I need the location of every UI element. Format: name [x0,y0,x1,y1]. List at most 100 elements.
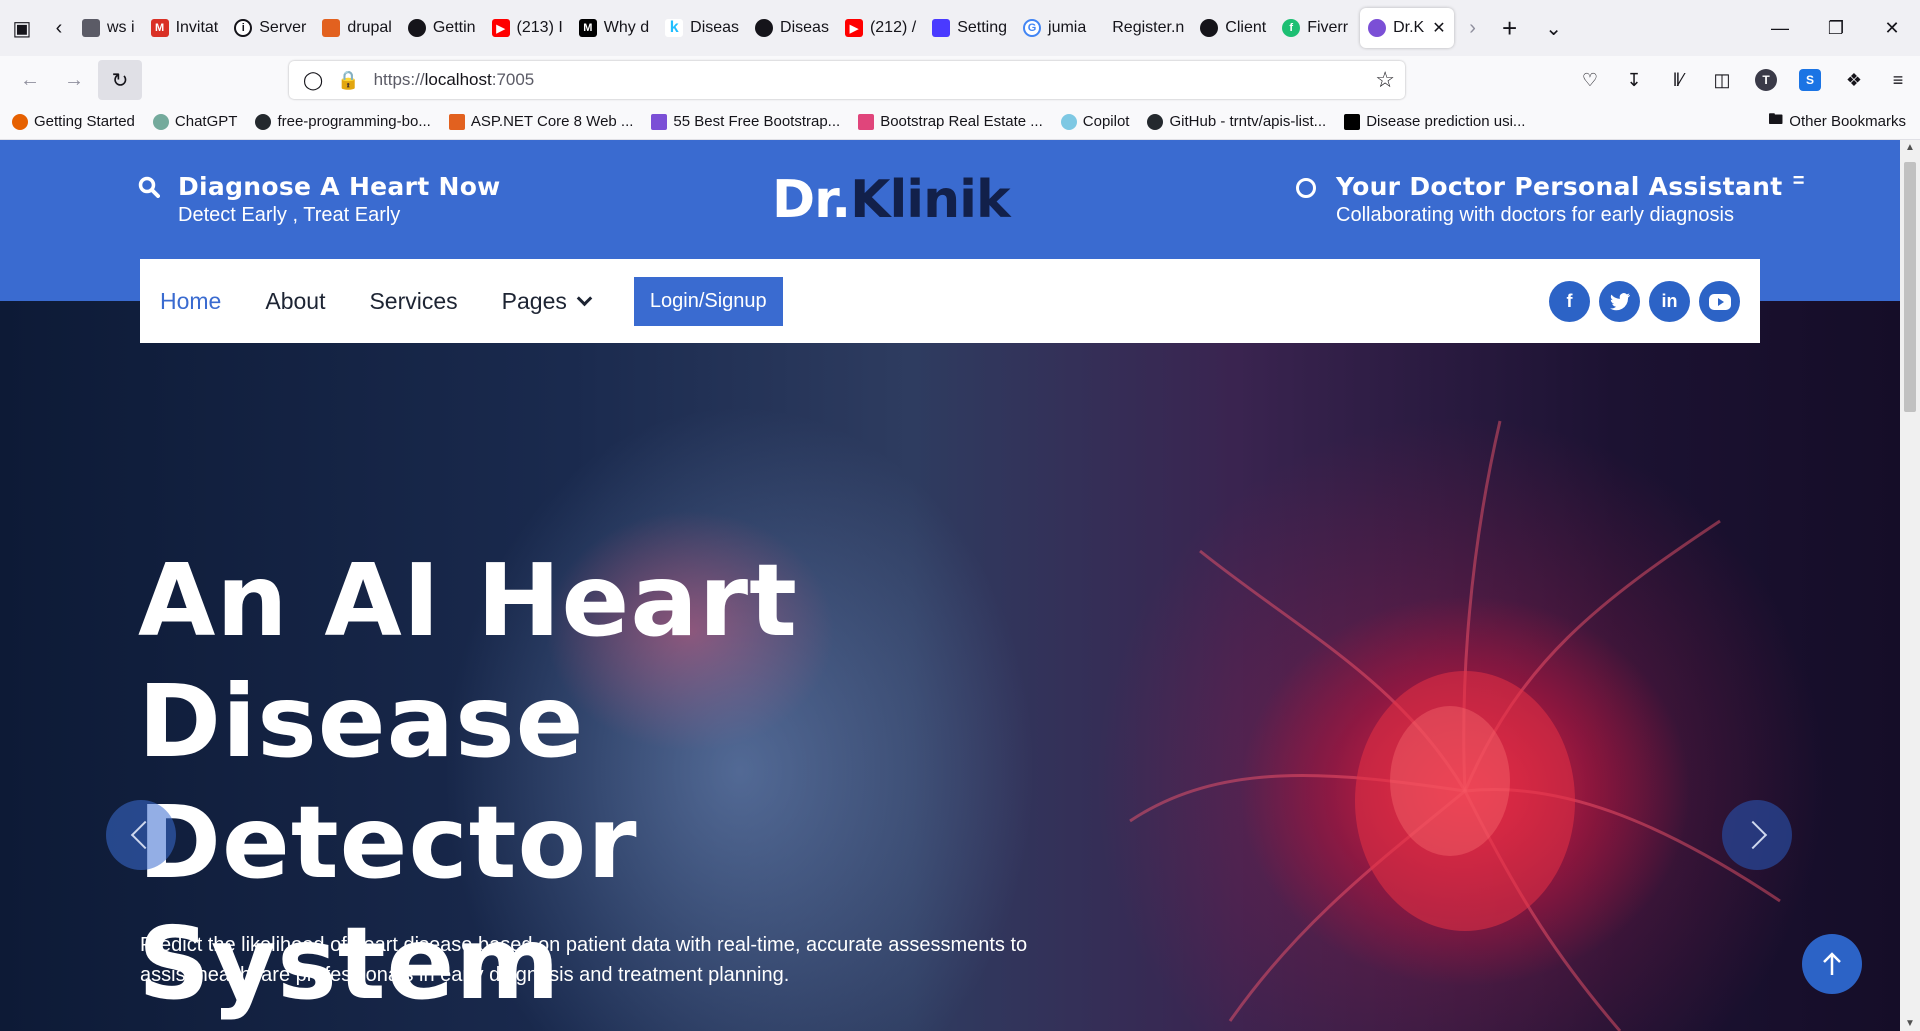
search-icon[interactable] [138,176,160,198]
bookmark-label: Bootstrap Real Estate ... [880,113,1043,130]
browser-tab[interactable]: Client [1192,8,1274,48]
github-icon [407,19,426,37]
logo-part-dr: Dr. [772,170,851,230]
facebook-icon[interactable]: f [1549,281,1590,322]
browser-tab[interactable]: Diseas [747,8,837,48]
tab-label: Dr.K [1393,19,1425,36]
page-scrollbar[interactable]: ▲ ▼ [1900,140,1920,1031]
circle-icon [1296,178,1316,198]
scrollbar-thumb[interactable] [1904,162,1916,412]
app-menu-icon[interactable]: ≡ [1876,70,1920,91]
menu-toggle-icon[interactable]: = [1793,170,1805,193]
header-left-title: Diagnose A Heart Now [178,172,501,201]
browser-tab[interactable]: i Server [226,8,314,48]
menu-about[interactable]: About [265,288,325,315]
youtube-icon[interactable] [1699,281,1740,322]
url-port: :7005 [491,70,535,89]
menu-pages[interactable]: Pages [502,288,593,315]
library-icon[interactable]: ‖⁄ [1656,70,1700,91]
article-icon [82,19,100,37]
browser-tab[interactable]: Setting [924,8,1015,48]
browser-tab[interactable]: k Diseas [657,8,747,48]
browser-tab[interactable]: f Fiverr [1274,8,1356,48]
scroll-down-icon[interactable]: ▼ [1900,1018,1920,1029]
back-icon[interactable]: ← [8,60,52,100]
tab-scroll-right-icon[interactable]: › [1458,6,1488,50]
lock-icon[interactable]: 🔒 [337,70,359,91]
url-host: localhost [424,70,492,89]
bookmark-item[interactable]: Getting Started [12,113,135,130]
pocket-icon[interactable]: ♡ [1568,70,1612,91]
browser-tab-bar: ▣ ‹ ws i M Invitat i Server drupal Gettin … [0,0,1920,56]
bookmark-star-icon[interactable]: ☆ [1375,67,1395,93]
tracking-protection-icon[interactable]: ◯ [303,70,323,91]
forward-icon[interactable]: → [52,60,96,100]
login-signup-button[interactable]: Login/Signup [633,276,783,326]
twitter-icon[interactable] [1599,281,1640,322]
tab-overview-icon[interactable]: ▣ [0,6,44,50]
browser-tab-active[interactable]: Dr.K ✕ [1360,8,1454,48]
bookmark-item[interactable]: Bootstrap Real Estate ... [858,113,1043,130]
other-bookmarks[interactable]: 🖿 Other Bookmarks [1768,109,1906,134]
scroll-up-icon[interactable]: ▲ [1900,142,1920,153]
other-bookmarks-label: Other Bookmarks [1789,113,1906,130]
social-links: f in [1540,281,1740,322]
bookmark-item[interactable]: GitHub - trntv/apis-list... [1147,113,1326,130]
carousel-next-button[interactable] [1722,800,1792,870]
menu-home[interactable]: Home [160,288,221,315]
tab-label: Client [1225,19,1267,36]
bookmark-label: Disease prediction usi... [1366,113,1526,130]
list-tabs-icon[interactable]: ⌄ [1532,6,1576,50]
bookmark-label: Getting Started [34,113,135,130]
minimize-icon[interactable]: — [1752,0,1808,56]
hero-description: Predict the likelihood of heart disease … [140,934,1028,986]
folder-icon: 🖿 [1768,111,1784,128]
close-window-icon[interactable]: ✕ [1864,0,1920,56]
stackoverflow-icon [448,113,465,130]
new-tab-icon[interactable]: + [1488,6,1532,50]
bookmark-item[interactable]: ChatGPT [152,113,237,130]
browser-tab[interactable]: ▶ (213) I [484,8,571,48]
browser-tab[interactable]: drupal [314,8,399,48]
site-logo[interactable]: Dr.Klinik [772,170,1011,230]
header-tagline-right: Your Doctor Personal Assistant Collabora… [1296,170,1804,227]
bookmark-label: GitHub - trntv/apis-list... [1169,113,1327,130]
chevron-right-icon [1738,820,1768,850]
tab-scroll-left-icon[interactable]: ‹ [44,6,74,50]
gmail-icon: M [150,19,169,37]
restore-icon[interactable]: ❐ [1808,0,1864,56]
downloads-icon[interactable]: ↧ [1612,70,1656,91]
tab-label: (213) I [516,19,563,36]
github-icon [255,113,272,130]
tab-label: Register.n [1112,19,1185,36]
extension-icon[interactable]: S [1799,69,1821,91]
linkedin-icon[interactable]: in [1649,281,1690,322]
carousel-prev-button[interactable] [106,800,176,870]
bookmark-item[interactable]: Disease prediction usi... [1344,113,1525,130]
chatgpt-icon [152,113,169,130]
tab-label: drupal [347,19,392,36]
menu-services[interactable]: Services [369,288,457,315]
drupal-icon [322,19,341,37]
bookmark-item[interactable]: Copilot [1060,113,1129,130]
browser-tab[interactable]: Register.n [1094,8,1192,48]
bookmark-item[interactable]: ASP.NET Core 8 Web ... [448,113,633,130]
back-to-top-button[interactable] [1802,934,1862,994]
browser-tab[interactable]: ws i [74,8,143,48]
account-avatar-icon[interactable]: T [1755,69,1777,91]
close-tab-icon[interactable]: ✕ [1432,18,1445,38]
sidebar-icon[interactable]: ◫ [1700,70,1744,91]
browser-tab[interactable]: M Invitat [143,8,227,48]
extensions-puzzle-icon[interactable]: ❖ [1832,70,1876,91]
bookmark-label: free-programming-bo... [277,113,431,130]
browser-tab[interactable]: Gjumia [1015,8,1094,48]
browser-tab[interactable]: ▶ (212) / [837,8,924,48]
bookmark-item[interactable]: free-programming-bo... [255,113,431,130]
bookmark-item[interactable]: 55 Best Free Bootstrap... [651,113,840,130]
copilot-icon [1060,113,1077,130]
browser-tab[interactable]: Gettin [400,8,484,48]
reload-icon[interactable]: ↻ [98,60,142,100]
browser-tab[interactable]: M Why d [571,8,657,48]
github-icon [1147,113,1164,130]
url-bar[interactable]: ◯ 🔒 https://localhost:7005 ☆ [289,61,1405,99]
